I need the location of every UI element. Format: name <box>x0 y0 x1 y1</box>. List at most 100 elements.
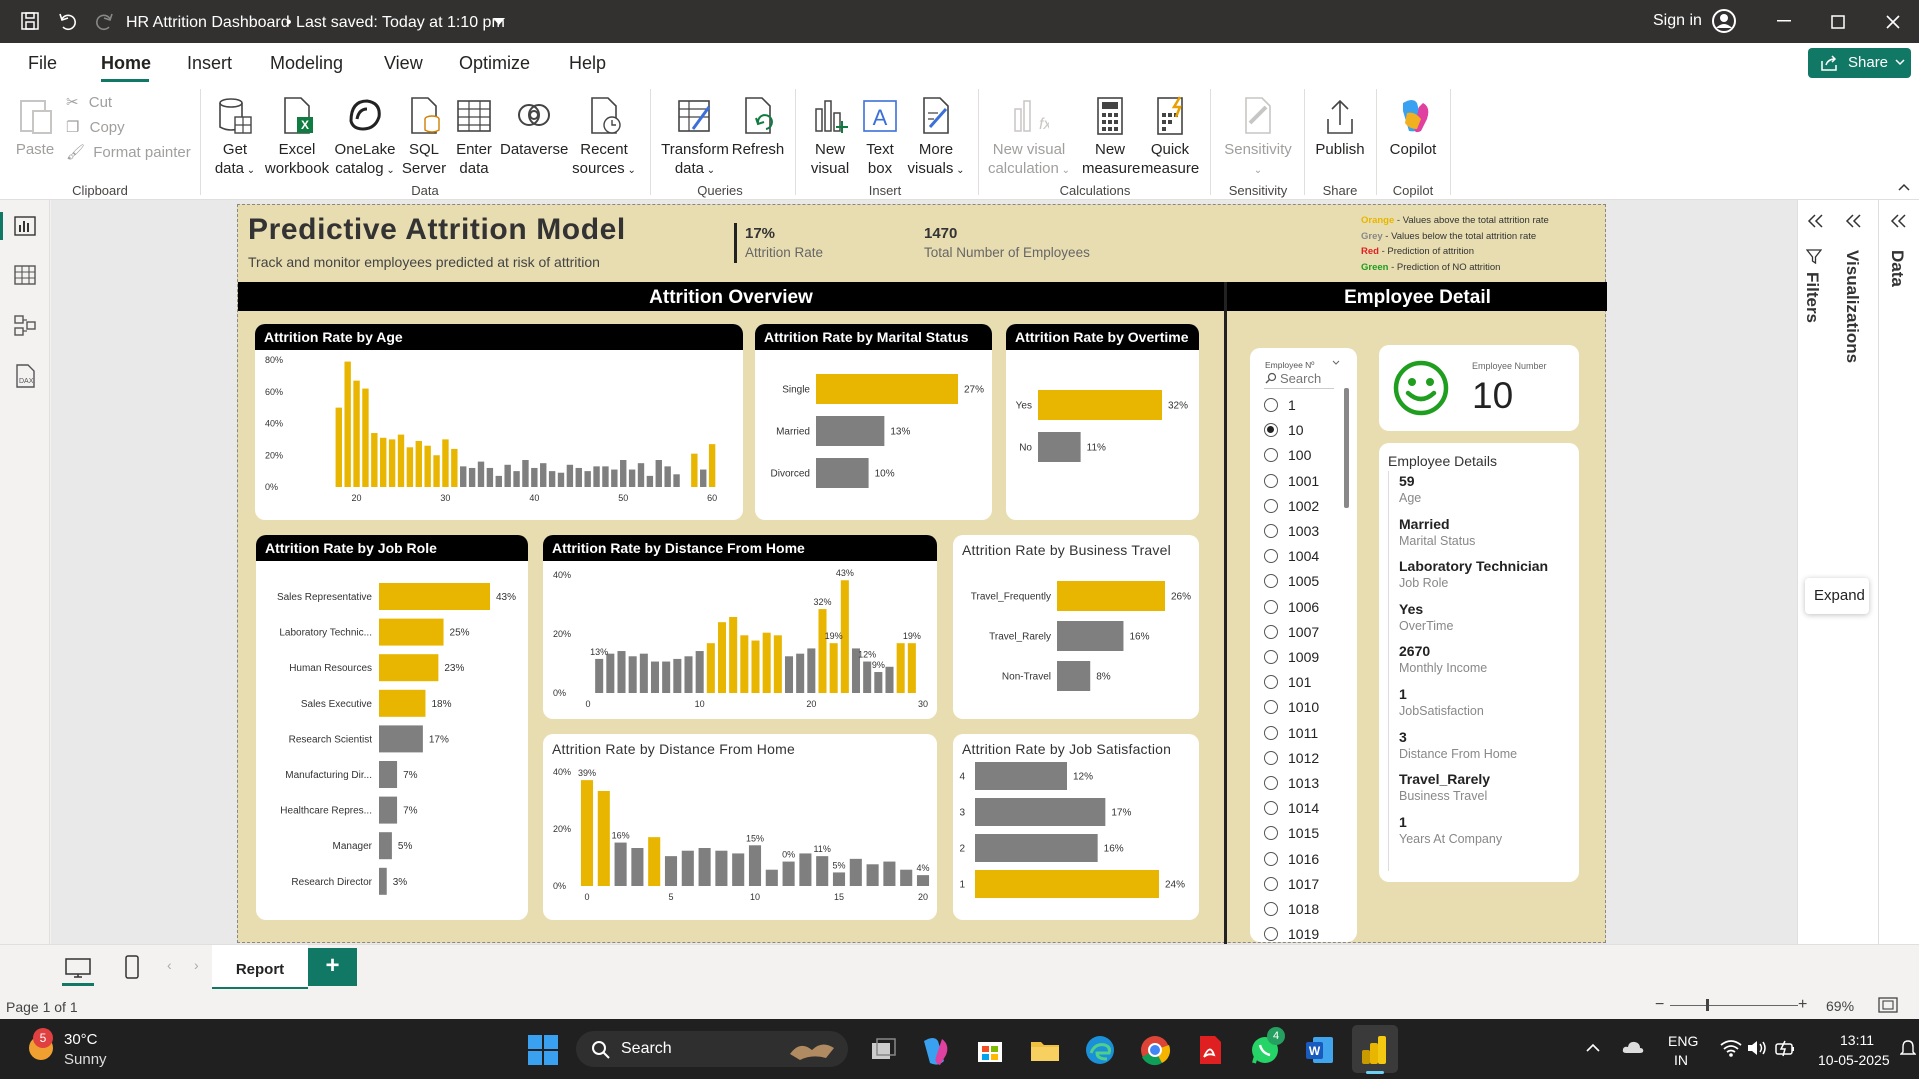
recent-sources-button[interactable]: Recent sources ⌄ <box>570 95 638 180</box>
slicer-item[interactable]: 1012 <box>1264 749 1319 769</box>
slicer-item[interactable]: 1003 <box>1264 522 1319 542</box>
edge-browser-icon[interactable] <box>1083 1033 1117 1067</box>
format-painter-button[interactable]: 🖌 Format painter <box>66 143 191 161</box>
onedrive-cloud-icon[interactable] <box>1621 1038 1645 1056</box>
volume-icon[interactable] <box>1746 1039 1768 1057</box>
copy-button[interactable]: ❐ Copy <box>66 118 125 136</box>
radio-button[interactable] <box>1264 498 1278 513</box>
maximize-icon[interactable] <box>1831 15 1845 29</box>
collapse-filters-icon[interactable] <box>1806 214 1824 228</box>
menu-insert[interactable]: Insert <box>187 53 232 74</box>
radio-button[interactable] <box>1264 675 1278 690</box>
next-page-icon[interactable]: › <box>194 957 199 973</box>
slicer-item[interactable]: 1001 <box>1264 472 1319 492</box>
previous-page-icon[interactable]: ‹ <box>167 957 172 973</box>
quick-measure-button[interactable]: Quick measure <box>1140 95 1200 178</box>
menu-help[interactable]: Help <box>569 53 606 74</box>
model-view-icon[interactable] <box>14 314 36 336</box>
slicer-item[interactable]: 1002 <box>1264 497 1319 517</box>
battery-icon[interactable] <box>1774 1038 1796 1058</box>
copilot-button[interactable]: Copilot <box>1382 95 1444 159</box>
zoom-in-button[interactable]: + <box>1798 996 1807 1014</box>
close-icon[interactable] <box>1886 15 1900 29</box>
transform-data-button[interactable]: Transform data ⌄ <box>660 95 730 180</box>
radio-button[interactable] <box>1264 776 1278 790</box>
visualizations-pane-tab[interactable]: Visualizations <box>1842 250 1862 363</box>
jobsat-chart-card[interactable]: Attrition Rate by Job Satisfaction 4 12% 3… <box>953 734 1199 920</box>
report-view-icon[interactable] <box>14 216 36 236</box>
new-measure-button[interactable]: New measure <box>1082 95 1140 178</box>
sql-server-button[interactable]: SQL Server <box>400 95 448 178</box>
language-code[interactable]: ENG <box>1668 1033 1698 1049</box>
windows-start-icon[interactable] <box>528 1035 558 1065</box>
filters-pane-tab[interactable]: Filters <box>1802 272 1822 323</box>
refresh-button[interactable]: Refresh <box>730 95 786 159</box>
fit-to-page-icon[interactable] <box>1878 997 1898 1013</box>
zoom-slider-track[interactable] <box>1670 1005 1798 1006</box>
onelake-catalog-button[interactable]: OneLake catalog ⌄ <box>334 95 396 180</box>
new-visual-button[interactable]: New visual <box>805 95 855 178</box>
radio-button[interactable] <box>1264 750 1278 765</box>
menu-optimize[interactable]: Optimize <box>459 53 530 74</box>
slicer-item[interactable]: 1015 <box>1264 824 1319 844</box>
table-view-icon[interactable] <box>14 265 36 285</box>
file-explorer-icon[interactable] <box>1028 1033 1062 1067</box>
redo-icon[interactable] <box>95 11 115 31</box>
slicer-item[interactable]: 1014 <box>1264 799 1319 819</box>
mobile-layout-icon[interactable] <box>124 955 140 979</box>
microsoft-store-icon[interactable] <box>973 1033 1007 1067</box>
excel-workbook-button[interactable]: X Excel workbook <box>262 95 332 178</box>
word-icon[interactable]: W <box>1303 1033 1337 1067</box>
wifi-icon[interactable] <box>1720 1039 1742 1057</box>
slicer-item[interactable]: 1004 <box>1264 547 1319 567</box>
radio-button[interactable] <box>1264 398 1278 412</box>
radio-button[interactable] <box>1264 448 1278 463</box>
slicer-scrollbar[interactable] <box>1344 388 1349 508</box>
radio-button[interactable] <box>1264 851 1278 866</box>
radio-button[interactable] <box>1264 549 1278 564</box>
slicer-search-input[interactable] <box>1280 370 1332 386</box>
minimize-icon[interactable] <box>1777 20 1791 22</box>
distance2-chart-card[interactable]: Attrition Rate by Distance From Home 0% 2… <box>543 734 937 920</box>
publish-button[interactable]: Publish <box>1310 95 1370 159</box>
taskbar-search-box[interactable]: Search <box>576 1031 848 1067</box>
slicer-item[interactable]: 1017 <box>1264 875 1319 895</box>
dataverse-button[interactable]: Dataverse <box>500 95 568 159</box>
show-hidden-icons[interactable] <box>1586 1043 1600 1053</box>
sign-in-link[interactable]: Sign in <box>1653 12 1702 30</box>
report-page-tab[interactable]: Report <box>212 945 308 990</box>
radio-button[interactable] <box>1264 650 1278 664</box>
slicer-item[interactable]: 1010 <box>1264 698 1319 718</box>
radio-button[interactable] <box>1264 902 1278 916</box>
radio-button[interactable] <box>1264 624 1278 639</box>
slicer-item[interactable]: 1013 <box>1264 774 1319 794</box>
save-icon[interactable] <box>20 11 40 31</box>
slicer-item[interactable]: 1005 <box>1264 572 1319 592</box>
age-chart-card[interactable]: Attrition Rate by Age 0% 20% 40% 60% 80% 20 30… <box>255 324 743 520</box>
radio-button[interactable] <box>1264 927 1278 942</box>
collapse-data-icon[interactable] <box>1889 214 1907 228</box>
radio-button[interactable] <box>1264 473 1278 488</box>
radio-selected[interactable] <box>1264 423 1278 438</box>
radio-button[interactable] <box>1264 801 1278 816</box>
menu-file[interactable]: File <box>28 53 57 74</box>
radio-button[interactable] <box>1264 725 1278 740</box>
slicer-item[interactable]: 1 <box>1264 396 1296 416</box>
add-page-button[interactable]: + <box>308 948 357 986</box>
radio-button[interactable] <box>1264 826 1278 841</box>
cut-button[interactable]: ✂ Cut <box>66 93 112 111</box>
radio-button[interactable] <box>1264 524 1278 538</box>
data-pane-tab[interactable]: Data <box>1887 250 1907 287</box>
chevron-down-icon[interactable] <box>493 18 505 26</box>
power-bi-icon[interactable] <box>1358 1033 1392 1067</box>
slicer-item[interactable]: 1007 <box>1264 623 1319 643</box>
share-button[interactable]: Share <box>1808 48 1911 78</box>
collapse-visualizations-icon[interactable] <box>1844 214 1862 228</box>
marital-chart-card[interactable]: Attrition Rate by Marital Status Single 2… <box>755 324 992 520</box>
employee-slicer[interactable]: Employee Nº 1 10 100 1001 1002 1003 1004 1005 10… <box>1250 348 1357 942</box>
sensitivity-button[interactable]: Sensitivity ⌄ <box>1218 95 1298 180</box>
slicer-item[interactable]: 1011 <box>1264 724 1318 744</box>
chrome-browser-icon[interactable] <box>1138 1033 1172 1067</box>
region-code[interactable]: IN <box>1674 1052 1688 1068</box>
radio-button[interactable] <box>1264 700 1278 715</box>
